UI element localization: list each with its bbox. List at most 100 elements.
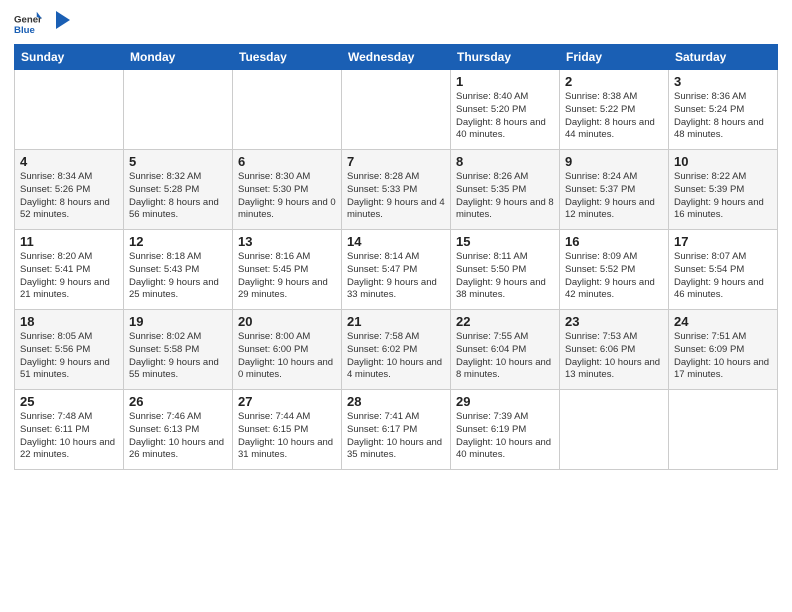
day-info: Sunrise: 8:05 AM Sunset: 5:56 PM Dayligh… <box>20 331 118 382</box>
day-info: Sunrise: 7:53 AM Sunset: 6:06 PM Dayligh… <box>565 331 663 382</box>
day-cell <box>560 390 669 470</box>
day-number: 4 <box>20 154 118 169</box>
day-cell: 10 Sunrise: 8:22 AM Sunset: 5:39 PM Dayli… <box>669 150 778 230</box>
day-number: 1 <box>456 74 554 89</box>
day-cell: 13 Sunrise: 8:16 AM Sunset: 5:45 PM Dayli… <box>233 230 342 310</box>
logo: General Blue <box>14 10 70 38</box>
day-info: Sunrise: 8:09 AM Sunset: 5:52 PM Dayligh… <box>565 251 663 302</box>
day-info: Sunrise: 7:51 AM Sunset: 6:09 PM Dayligh… <box>674 331 772 382</box>
day-cell <box>669 390 778 470</box>
day-cell <box>15 70 124 150</box>
day-info: Sunrise: 8:40 AM Sunset: 5:20 PM Dayligh… <box>456 91 554 142</box>
day-cell <box>233 70 342 150</box>
day-cell: 20 Sunrise: 8:00 AM Sunset: 6:00 PM Dayli… <box>233 310 342 390</box>
day-cell <box>342 70 451 150</box>
day-number: 20 <box>238 314 336 329</box>
day-info: Sunrise: 7:41 AM Sunset: 6:17 PM Dayligh… <box>347 411 445 462</box>
day-cell: 8 Sunrise: 8:26 AM Sunset: 5:35 PM Daylig… <box>451 150 560 230</box>
week-row-2: 4 Sunrise: 8:34 AM Sunset: 5:26 PM Daylig… <box>15 150 778 230</box>
day-cell: 21 Sunrise: 7:58 AM Sunset: 6:02 PM Dayli… <box>342 310 451 390</box>
page: General Blue SundayMondayTuesdayWednesda… <box>0 0 792 612</box>
weekday-header-thursday: Thursday <box>451 45 560 70</box>
day-cell: 28 Sunrise: 7:41 AM Sunset: 6:17 PM Dayli… <box>342 390 451 470</box>
day-number: 24 <box>674 314 772 329</box>
day-info: Sunrise: 8:22 AM Sunset: 5:39 PM Dayligh… <box>674 171 772 222</box>
day-info: Sunrise: 8:28 AM Sunset: 5:33 PM Dayligh… <box>347 171 445 222</box>
day-number: 5 <box>129 154 227 169</box>
day-cell: 15Sunrise: 8:11 AM Sunset: 5:50 PM Dayli… <box>451 230 560 310</box>
day-number: 29 <box>456 394 554 409</box>
day-number: 28 <box>347 394 445 409</box>
day-number: 12 <box>129 234 227 249</box>
day-cell: 7 Sunrise: 8:28 AM Sunset: 5:33 PM Daylig… <box>342 150 451 230</box>
day-number: 13 <box>238 234 336 249</box>
day-cell: 22 Sunrise: 7:55 AM Sunset: 6:04 PM Dayli… <box>451 310 560 390</box>
day-number: 7 <box>347 154 445 169</box>
day-number: 21 <box>347 314 445 329</box>
day-cell: 3 Sunrise: 8:36 AM Sunset: 5:24 PM Daylig… <box>669 70 778 150</box>
day-cell: 18 Sunrise: 8:05 AM Sunset: 5:56 PM Dayli… <box>15 310 124 390</box>
day-info: Sunrise: 8:26 AM Sunset: 5:35 PM Dayligh… <box>456 171 554 222</box>
day-info: Sunrise: 8:00 AM Sunset: 6:00 PM Dayligh… <box>238 331 336 382</box>
svg-text:Blue: Blue <box>14 25 35 36</box>
day-info: Sunrise: 7:39 AM Sunset: 6:19 PM Dayligh… <box>456 411 554 462</box>
day-info: Sunrise: 8:34 AM Sunset: 5:26 PM Dayligh… <box>20 171 118 222</box>
day-cell: 2Sunrise: 8:38 AM Sunset: 5:22 PM Daylig… <box>560 70 669 150</box>
weekday-header-row: SundayMondayTuesdayWednesdayThursdayFrid… <box>15 45 778 70</box>
week-row-5: 25 Sunrise: 7:48 AM Sunset: 6:11 PM Dayli… <box>15 390 778 470</box>
day-number: 18 <box>20 314 118 329</box>
day-cell: 1 Sunrise: 8:40 AM Sunset: 5:20 PM Daylig… <box>451 70 560 150</box>
day-cell: 19 Sunrise: 8:02 AM Sunset: 5:58 PM Dayli… <box>124 310 233 390</box>
day-number: 17 <box>674 234 772 249</box>
weekday-header-monday: Monday <box>124 45 233 70</box>
logo-icon: General Blue <box>14 10 42 38</box>
day-number: 3 <box>674 74 772 89</box>
day-cell: 12Sunrise: 8:18 AM Sunset: 5:43 PM Dayli… <box>124 230 233 310</box>
day-cell: 23 Sunrise: 7:53 AM Sunset: 6:06 PM Dayli… <box>560 310 669 390</box>
day-number: 26 <box>129 394 227 409</box>
day-info: Sunrise: 7:55 AM Sunset: 6:04 PM Dayligh… <box>456 331 554 382</box>
logo-arrow-icon <box>48 9 70 31</box>
day-number: 14 <box>347 234 445 249</box>
day-cell: 11Sunrise: 8:20 AM Sunset: 5:41 PM Dayli… <box>15 230 124 310</box>
day-cell: 9 Sunrise: 8:24 AM Sunset: 5:37 PM Daylig… <box>560 150 669 230</box>
day-number: 22 <box>456 314 554 329</box>
day-cell: 26 Sunrise: 7:46 AM Sunset: 6:13 PM Dayli… <box>124 390 233 470</box>
day-info: Sunrise: 7:58 AM Sunset: 6:02 PM Dayligh… <box>347 331 445 382</box>
day-info: Sunrise: 8:24 AM Sunset: 5:37 PM Dayligh… <box>565 171 663 222</box>
day-info: Sunrise: 8:20 AM Sunset: 5:41 PM Dayligh… <box>20 251 118 302</box>
day-number: 25 <box>20 394 118 409</box>
day-number: 16 <box>565 234 663 249</box>
day-cell: 17 Sunrise: 8:07 AM Sunset: 5:54 PM Dayli… <box>669 230 778 310</box>
day-cell: 24 Sunrise: 7:51 AM Sunset: 6:09 PM Dayli… <box>669 310 778 390</box>
day-cell: 5 Sunrise: 8:32 AM Sunset: 5:28 PM Daylig… <box>124 150 233 230</box>
day-number: 19 <box>129 314 227 329</box>
day-number: 15 <box>456 234 554 249</box>
day-cell: 29 Sunrise: 7:39 AM Sunset: 6:19 PM Dayli… <box>451 390 560 470</box>
header: General Blue <box>14 10 778 38</box>
day-info: Sunrise: 8:16 AM Sunset: 5:45 PM Dayligh… <box>238 251 336 302</box>
calendar-table: SundayMondayTuesdayWednesdayThursdayFrid… <box>14 44 778 470</box>
day-cell: 6Sunrise: 8:30 AM Sunset: 5:30 PM Daylig… <box>233 150 342 230</box>
day-info: Sunrise: 8:32 AM Sunset: 5:28 PM Dayligh… <box>129 171 227 222</box>
day-cell: 4 Sunrise: 8:34 AM Sunset: 5:26 PM Daylig… <box>15 150 124 230</box>
weekday-header-tuesday: Tuesday <box>233 45 342 70</box>
weekday-header-saturday: Saturday <box>669 45 778 70</box>
day-number: 8 <box>456 154 554 169</box>
day-info: Sunrise: 8:02 AM Sunset: 5:58 PM Dayligh… <box>129 331 227 382</box>
day-number: 10 <box>674 154 772 169</box>
day-info: Sunrise: 7:48 AM Sunset: 6:11 PM Dayligh… <box>20 411 118 462</box>
day-info: Sunrise: 8:30 AM Sunset: 5:30 PM Dayligh… <box>238 171 336 222</box>
day-number: 9 <box>565 154 663 169</box>
day-number: 27 <box>238 394 336 409</box>
day-info: Sunrise: 7:46 AM Sunset: 6:13 PM Dayligh… <box>129 411 227 462</box>
day-info: Sunrise: 8:38 AM Sunset: 5:22 PM Dayligh… <box>565 91 663 142</box>
day-cell: 25 Sunrise: 7:48 AM Sunset: 6:11 PM Dayli… <box>15 390 124 470</box>
day-info: Sunrise: 8:36 AM Sunset: 5:24 PM Dayligh… <box>674 91 772 142</box>
week-row-4: 18 Sunrise: 8:05 AM Sunset: 5:56 PM Dayli… <box>15 310 778 390</box>
week-row-3: 11Sunrise: 8:20 AM Sunset: 5:41 PM Dayli… <box>15 230 778 310</box>
week-row-1: 1 Sunrise: 8:40 AM Sunset: 5:20 PM Daylig… <box>15 70 778 150</box>
day-number: 23 <box>565 314 663 329</box>
day-info: Sunrise: 8:07 AM Sunset: 5:54 PM Dayligh… <box>674 251 772 302</box>
day-cell: 27Sunrise: 7:44 AM Sunset: 6:15 PM Dayli… <box>233 390 342 470</box>
